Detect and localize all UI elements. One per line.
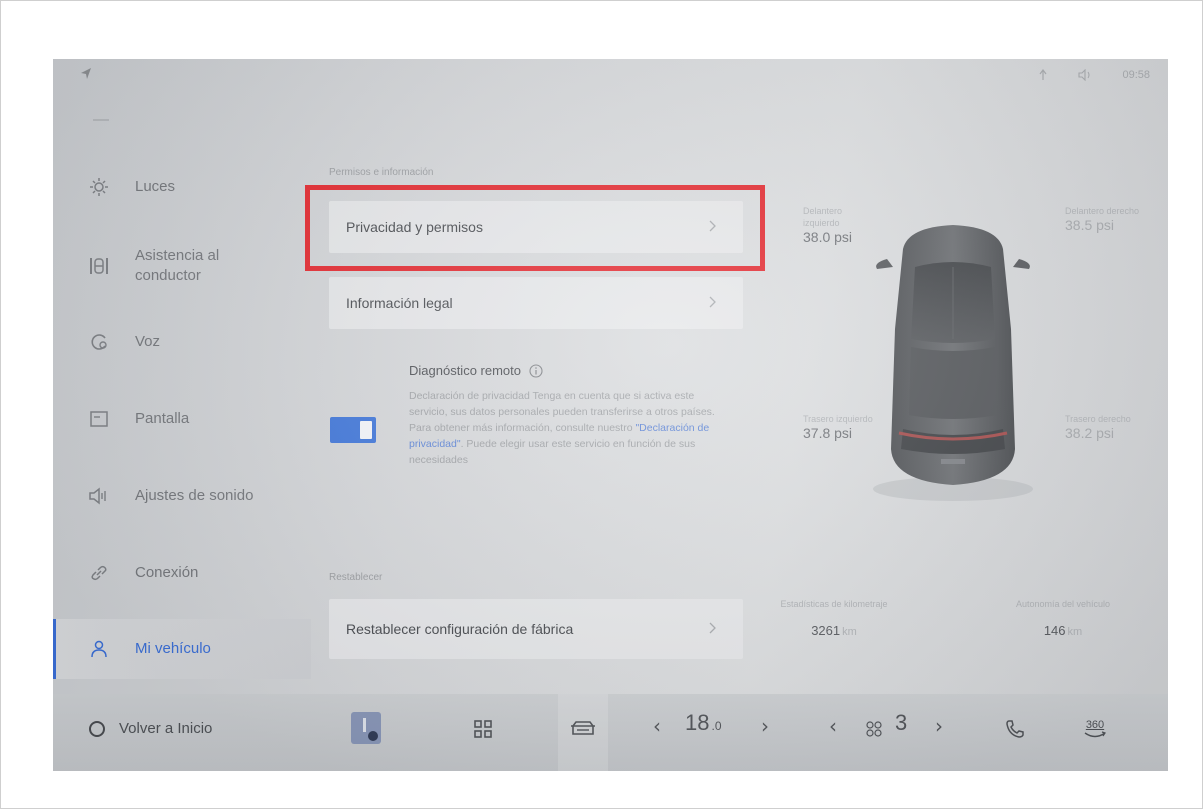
phone-button[interactable] [1005,714,1025,744]
privacy-permissions-row[interactable]: Privacidad y permisos [329,201,743,253]
tire-front-right: Delantero derecho 38.5 psi [1065,205,1145,233]
sidebar-item-label: Luces [135,178,176,195]
link-icon [87,561,111,585]
remote-diagnostics-label: Diagnóstico remoto [409,363,521,378]
fan-decrease-button[interactable]: ‹ [829,714,837,738]
section-title-restablecer: Restablecer [329,572,383,583]
tire-rear-right: Trasero derecho 38.2 psi [1065,413,1145,441]
sidebar-item-pantalla[interactable]: Pantalla [53,389,311,449]
row-label: Información legal [346,295,453,311]
clock: 09:58 [1122,69,1150,81]
range-unit: km [1067,626,1083,638]
tire-label: Delantero derecho [1065,206,1140,216]
photo-frame: 09:58 Luces Asistencia al conductor Voz … [0,0,1203,809]
range-value-wrap: 146 km [988,623,1138,638]
mileage-value: 3261 [811,623,841,638]
status-right: 09:58 [1038,69,1150,81]
sidebar: Luces Asistencia al conductor Voz Pantal… [53,99,311,679]
tire-pressure: 38.2 psi [1065,425,1115,441]
row-label: Privacidad y permisos [346,219,483,235]
camera-360-label: 360 [1085,718,1105,731]
sidebar-item-label: Pantalla [135,410,190,427]
sidebar-item-luces[interactable]: Luces [53,157,311,217]
sidebar-item-label: Mi vehículo [135,640,211,657]
temperature-decimal: .0 [711,719,722,733]
camera-360-button[interactable]: 360 [1083,714,1107,744]
sidebar-item-mi-vehiculo[interactable]: Mi vehículo [53,619,311,679]
home-label: Volver a Inicio [119,720,213,737]
steering-wheel-icon [87,254,111,278]
display-icon [87,407,111,431]
temp-increase-button[interactable]: › [761,714,769,738]
infotainment-screen: 09:58 Luces Asistencia al conductor Voz … [53,59,1168,771]
voice-icon [87,330,111,354]
mileage-unit: km [842,626,857,638]
sidebar-item-label: Ajustes de sonido [135,487,254,504]
apps-grid-icon [474,720,492,738]
speaker-icon [87,484,111,508]
phone-icon [1006,720,1024,738]
sidebar-item-label: Asistencia al conductor [135,247,220,284]
remote-diagnostics-title: Diagnóstico remoto [409,363,543,378]
home-button[interactable]: Volver a Inicio [89,720,212,737]
home-circle-icon [89,720,105,737]
factory-reset-row[interactable]: Restablecer configuración de fábrica [329,599,743,659]
bottom-dock: Volver a Inicio ‹ 18.0 › ‹ 3 › 360 [53,694,1168,771]
temp-decrease-button[interactable]: ‹ [653,714,661,738]
sidebar-item-label: Conexión [135,564,199,581]
remote-diagnostics-description: Declaración de privacidad Tenga en cuent… [409,388,719,468]
fan-icon [866,721,882,737]
mileage-label: Estadísticas de kilometraje [780,599,888,609]
chevron-right-icon [709,220,716,232]
rotate-360-icon [1084,730,1106,737]
section-title-permisos: Permisos e información [329,167,434,178]
sun-icon [87,175,111,199]
range-label: Autonomía del vehículo [1015,599,1111,609]
sidebar-handle [93,119,109,121]
legal-info-row[interactable]: Información legal [329,277,743,329]
row-label: Restablecer configuración de fábrica [346,621,574,637]
mileage-value-wrap: 3261 km [759,623,909,638]
fan-level: 3 [895,710,908,735]
remote-diagnostics-toggle[interactable] [330,417,376,443]
apps-grid-button[interactable] [473,714,493,744]
range-stats: Autonomía del vehículo 146 km [988,599,1138,638]
vehicle-illustration [863,219,1043,509]
mileage-stats[interactable]: Estadísticas de kilometraje 3261 km [759,599,909,638]
sidebar-item-label: Voz [135,333,161,350]
signal-icon [1039,69,1047,80]
person-icon [87,637,111,661]
car-front-icon [571,721,595,735]
chevron-right-icon [709,622,716,634]
toggle-knob [360,421,372,439]
sidebar-item-voz[interactable]: Voz [53,312,311,372]
car-top-view-icon [873,225,1033,501]
volume-icon[interactable] [1078,69,1092,81]
sidebar-item-asistencia[interactable]: Asistencia al conductor [53,234,311,298]
sidebar-item-conexion[interactable]: Conexión [53,543,311,603]
temperature-display: 18.0 [685,710,722,736]
chevron-right-icon [709,296,716,308]
tire-pressure: 38.5 psi [1065,217,1115,233]
fan-increase-button[interactable]: › [935,714,943,738]
app-shortcut-icon[interactable] [351,712,381,744]
tire-label: Trasero derecho [1065,414,1131,424]
sidebar-item-sonido[interactable]: Ajustes de sonido [53,466,311,526]
temperature-value: 18 [685,710,710,735]
info-icon[interactable] [529,363,543,378]
status-bar: 09:58 [53,59,1168,99]
vehicle-control-button[interactable] [565,714,601,744]
range-value: 146 [1043,623,1066,638]
navigation-arrow-icon [81,68,91,79]
